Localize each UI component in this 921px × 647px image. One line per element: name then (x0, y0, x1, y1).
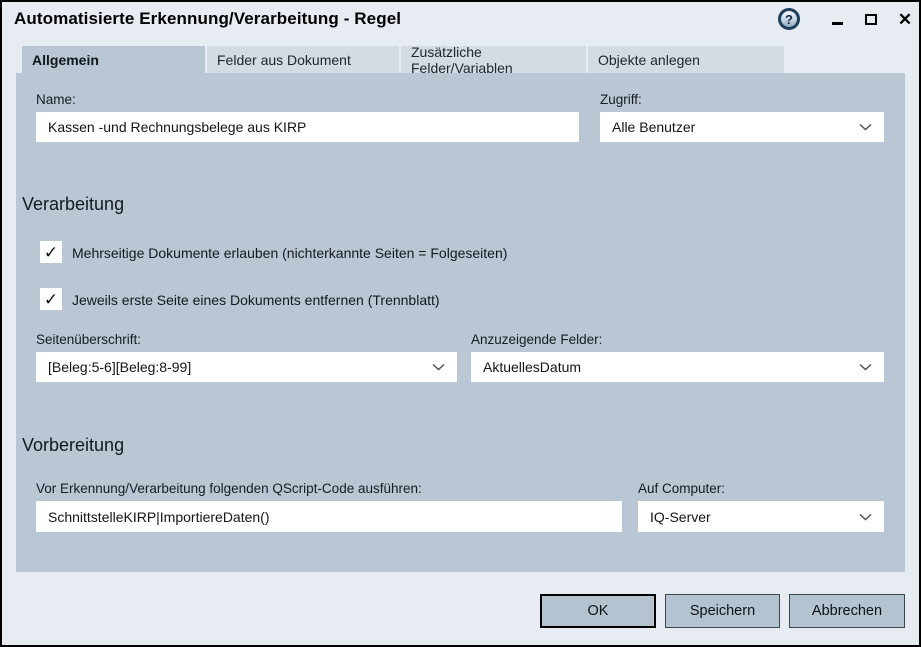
zugriff-selected-value: Alle Benutzer (612, 119, 695, 135)
maximize-icon (865, 14, 877, 25)
seitenueberschrift-dropdown[interactable]: [Beleg:5-6][Beleg:8-99] (36, 352, 457, 382)
dialog-title: Automatisierte Erkennung/Verarbeitung - … (14, 9, 401, 29)
verarbeitung-heading: Verarbeitung (22, 194, 124, 215)
anzuzeigende-felder-dropdown[interactable]: AktuellesDatum (471, 352, 884, 382)
qscript-label: Vor Erkennung/Verarbeitung folgenden QSc… (36, 481, 422, 496)
rule-dialog-window: Automatisierte Erkennung/Verarbeitung - … (0, 0, 921, 647)
seitenueberschrift-label: Seitenüberschrift: (36, 332, 141, 347)
ok-button[interactable]: OK (540, 594, 656, 628)
tab-content-panel (16, 73, 905, 572)
cancel-button[interactable]: Abbrechen (789, 594, 905, 628)
erste-seite-entfernen-checkbox[interactable]: ✓ (40, 288, 62, 310)
check-icon: ✓ (44, 291, 58, 308)
tab-zusaetzliche-felder-variablen[interactable]: Zusätzliche Felder/Variablen (401, 46, 586, 73)
save-button[interactable]: Speichern (665, 594, 780, 628)
auf-computer-selected-value: IQ-Server (650, 509, 711, 525)
chevron-down-icon (859, 363, 872, 371)
name-input[interactable]: Kassen -und Rechnungsbelege aus KIRP (36, 112, 579, 142)
tab-allgemein[interactable]: Allgemein (22, 46, 205, 73)
auf-computer-dropdown[interactable]: IQ-Server (638, 501, 884, 532)
name-label: Name: (36, 92, 76, 107)
chevron-down-icon (859, 123, 872, 131)
mehrseitige-dokumente-checkbox[interactable]: ✓ (40, 241, 62, 263)
zugriff-label: Zugriff: (600, 92, 642, 107)
tab-objekte-anlegen[interactable]: Objekte anlegen (588, 46, 784, 73)
chevron-down-icon (432, 363, 445, 371)
anzuzeigende-felder-selected-value: AktuellesDatum (483, 359, 581, 375)
mehrseitige-dokumente-label: Mehrseitige Dokumente erlauben (nichterk… (72, 245, 507, 261)
tab-felder-aus-dokument[interactable]: Felder aus Dokument (207, 46, 399, 73)
minimize-button[interactable] (824, 6, 850, 32)
close-icon: ✕ (898, 11, 912, 28)
help-icon: ? (778, 8, 800, 30)
check-icon: ✓ (44, 244, 58, 261)
zugriff-dropdown[interactable]: Alle Benutzer (600, 112, 884, 142)
chevron-down-icon (859, 513, 872, 521)
vorbereitung-heading: Vorbereitung (22, 435, 124, 456)
minimize-icon (832, 22, 843, 25)
help-button[interactable]: ? (776, 6, 802, 32)
anzuzeigende-felder-label: Anzuzeigende Felder: (471, 332, 602, 347)
seitenueberschrift-selected-value: [Beleg:5-6][Beleg:8-99] (48, 359, 191, 375)
qscript-input[interactable]: SchnittstelleKIRP|ImportiereDaten() (36, 501, 622, 532)
auf-computer-label: Auf Computer: (638, 481, 725, 496)
close-button[interactable]: ✕ (892, 6, 918, 32)
tab-bar: Allgemein Felder aus Dokument Zusätzlich… (22, 46, 784, 73)
erste-seite-entfernen-label: Jeweils erste Seite eines Dokuments entf… (72, 292, 440, 308)
maximize-button[interactable] (858, 6, 884, 32)
